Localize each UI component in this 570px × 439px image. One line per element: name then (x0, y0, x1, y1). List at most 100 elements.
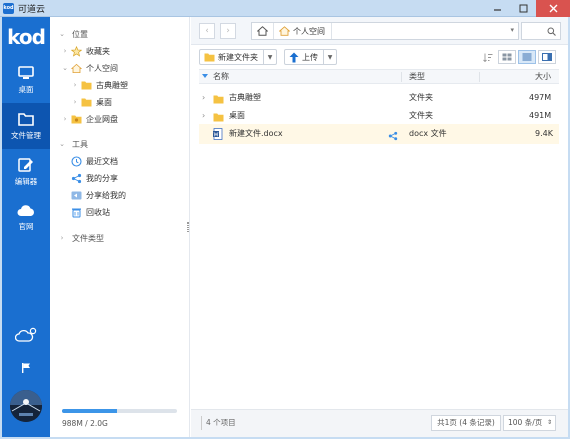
view-grid-button[interactable] (498, 50, 516, 64)
tree-item-label: 工具 (72, 139, 88, 149)
tree-item-personal-space[interactable]: ⌄ 个人空间 (61, 60, 118, 76)
tree-item-recent-docs[interactable]: 最近文档 (69, 153, 118, 169)
rail-item-desktop[interactable]: 桌面 (2, 57, 50, 103)
tree-item-enterprise-disk[interactable]: › 企业网盘 (61, 111, 118, 127)
column-divider[interactable] (479, 72, 480, 82)
page-size-select[interactable]: 100 条/页 ⇕ (503, 415, 556, 431)
rail-item-file-manager[interactable]: 文件管理 (2, 103, 50, 149)
chevron-down-icon[interactable]: ▼ (263, 50, 276, 64)
table-header: 名称 类型 大小 (199, 69, 559, 84)
rail-item-label: 编辑器 (14, 176, 38, 186)
tree-item-shared-with-me[interactable]: 分享给我的 (69, 187, 126, 203)
rail-item-label: 文件管理 (11, 130, 41, 140)
table-row[interactable]: 新建文件.docx docx 文件 9.4K (199, 124, 559, 144)
rail-item-label: 官网 (18, 221, 34, 231)
tree-item-label: 古典雕塑 (96, 80, 128, 90)
column-header-name[interactable]: 名称 (213, 70, 229, 84)
split-view-icon (542, 53, 552, 61)
tree-item-label: 位置 (72, 29, 88, 39)
file-browser-main: ‹ › 个人空间 ▾ 新建文件夹 ▼ 上传 ▼ 名称 类型 大小 › 古典雕塑 … (191, 17, 568, 437)
avatar-image (10, 390, 42, 422)
table-row[interactable]: › 桌面 文件夹 491M (199, 106, 559, 126)
upload-button[interactable]: 上传 ▼ (284, 49, 337, 65)
storage-quota: 988M / 2.0G (62, 409, 177, 428)
home-icon (257, 26, 268, 36)
tree-item-label: 个人空间 (86, 63, 118, 73)
view-list-button[interactable] (518, 50, 536, 64)
file-name: 新建文件.docx (229, 129, 283, 138)
window-controls (484, 0, 570, 17)
chevron-right-icon[interactable]: › (202, 88, 205, 108)
search-icon (547, 27, 556, 36)
share-icon[interactable] (388, 129, 398, 141)
maximize-button[interactable] (510, 0, 536, 17)
tree-section-location[interactable]: ⌄ 位置 (58, 26, 88, 42)
column-header-type[interactable]: 类型 (409, 70, 425, 84)
breadcrumb-personal-space[interactable]: 个人空间 (274, 23, 332, 39)
cloud-settings-icon (15, 327, 37, 342)
file-size: 491M (529, 111, 552, 120)
column-header-size[interactable]: 大小 (535, 70, 551, 84)
column-divider[interactable] (401, 72, 402, 82)
new-folder-button[interactable]: 新建文件夹 ▼ (199, 49, 277, 65)
folder-tree-panel: ⌄ 位置 › 收藏夹 ⌄ 个人空间 › 古典雕塑 › 桌面 › 企业网盘 ⌄ 工… (50, 17, 190, 437)
tree-section-file-types[interactable]: › 文件类型 (58, 230, 104, 246)
chevron-left-icon: ‹ (205, 26, 209, 36)
feedback-button[interactable] (2, 362, 50, 373)
quota-text: 988M / 2.0G (62, 419, 108, 428)
file-type: docx 文件 (409, 129, 447, 138)
chevron-down-icon[interactable]: ▼ (323, 50, 336, 64)
chevron-right-icon: › (63, 115, 67, 123)
chevron-down-icon: ⌄ (59, 140, 65, 148)
app-rail: kod 桌面 文件管理 编辑器 官网 (2, 17, 50, 437)
cloud-sync-button[interactable] (2, 327, 50, 343)
path-dropdown-icon[interactable]: ▾ (510, 26, 514, 34)
tree-item-label: 最近文档 (86, 156, 118, 166)
pager[interactable]: 共1页 (4 条记录) (431, 415, 501, 431)
tree-item-classical-sculpture[interactable]: › 古典雕塑 (71, 77, 128, 93)
upload-label: 上传 (302, 52, 318, 62)
tree-item-favorites[interactable]: › 收藏夹 (61, 43, 110, 59)
close-button[interactable] (536, 0, 570, 17)
folder-icon (81, 80, 92, 91)
breadcrumb-label: 个人空间 (293, 26, 325, 36)
edit-icon (18, 157, 33, 172)
quota-bar (62, 409, 177, 413)
chevron-down-icon: ⌄ (62, 64, 68, 72)
back-button[interactable]: ‹ (199, 23, 215, 39)
tree-section-tools[interactable]: ⌄ 工具 (58, 136, 88, 152)
folder-icon (213, 92, 224, 104)
new-folder-label: 新建文件夹 (218, 52, 258, 62)
rail-item-editor[interactable]: 编辑器 (2, 149, 50, 195)
address-bar: ‹ › 个人空间 ▾ (191, 17, 568, 45)
path-home-button[interactable] (252, 23, 274, 39)
search-input[interactable] (521, 22, 561, 40)
tree-item-label: 文件类型 (72, 233, 104, 243)
close-icon (549, 4, 557, 13)
tree-item-my-shares[interactable]: 我的分享 (69, 170, 118, 186)
status-bar: 4 个项目 共1页 (4 条记录) 100 条/页 ⇕ (191, 409, 568, 437)
monitor-icon (18, 65, 34, 79)
sort-icon (483, 53, 493, 63)
minimize-button[interactable] (484, 0, 510, 17)
user-avatar[interactable] (2, 389, 50, 423)
group-folder-icon (71, 114, 82, 125)
tree-item-desktop[interactable]: › 桌面 (71, 94, 112, 110)
rail-item-website[interactable]: 官网 (2, 195, 50, 241)
sort-desc-icon (202, 74, 208, 78)
folder-icon (81, 97, 92, 108)
panel-splitter[interactable] (187, 222, 189, 232)
tree-item-recycle-bin[interactable]: 回收站 (69, 204, 110, 220)
maximize-icon (519, 4, 527, 13)
view-split-button[interactable] (538, 50, 556, 64)
quota-bar-fill (62, 409, 118, 413)
path-box[interactable]: 个人空间 ▾ (251, 22, 519, 40)
table-row[interactable]: › 古典雕塑 文件夹 497M (199, 88, 559, 108)
home-folder-icon (71, 63, 82, 74)
chevron-right-icon[interactable]: › (202, 106, 205, 126)
tree-item-label: 我的分享 (86, 173, 118, 183)
rail-item-label: 桌面 (18, 84, 34, 94)
sort-button[interactable] (483, 53, 493, 64)
forward-button[interactable]: › (220, 23, 236, 39)
cloud-icon (17, 204, 34, 216)
